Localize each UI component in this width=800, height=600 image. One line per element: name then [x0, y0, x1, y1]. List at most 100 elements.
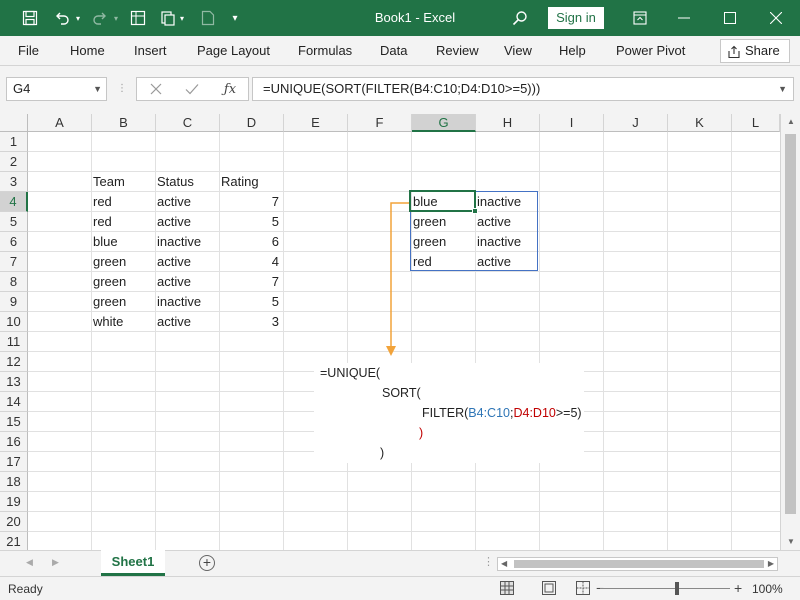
add-sheet-icon[interactable]: + — [199, 555, 215, 571]
row-header-6[interactable]: 6 — [0, 232, 28, 252]
status-cell[interactable]: active — [154, 192, 194, 212]
status-cell[interactable]: active — [154, 312, 194, 332]
row-header-19[interactable]: 19 — [0, 492, 28, 512]
fill-handle[interactable] — [472, 208, 478, 214]
result-status-cell[interactable]: inactive — [474, 232, 524, 252]
column-header-l[interactable]: L — [732, 114, 780, 132]
rating-cell[interactable]: 7 — [218, 272, 282, 292]
tab-data[interactable]: Data — [380, 36, 407, 66]
row-header-14[interactable]: 14 — [0, 392, 28, 412]
status-cell[interactable]: inactive — [154, 232, 204, 252]
result-status-cell[interactable]: active — [474, 212, 514, 232]
minimize-icon[interactable] — [672, 0, 696, 36]
tab-file[interactable]: File — [18, 36, 39, 66]
next-sheet-icon[interactable]: ▶ — [52, 557, 59, 568]
rating-cell[interactable]: 5 — [218, 292, 282, 312]
column-header-f[interactable]: F — [348, 114, 412, 132]
column-header-j[interactable]: J — [604, 114, 668, 132]
formula-input[interactable]: =UNIQUE(SORT(FILTER(B4:C10;D4:D10>=5))) … — [252, 77, 794, 101]
scroll-down-icon[interactable]: ▼ — [781, 534, 800, 550]
team-cell[interactable]: blue — [90, 232, 121, 252]
zoom-slider-knob[interactable] — [675, 582, 679, 595]
column-header-b[interactable]: B — [92, 114, 156, 132]
row-header-8[interactable]: 8 — [0, 272, 28, 292]
close-icon[interactable] — [764, 0, 788, 36]
result-team-cell[interactable]: green — [410, 232, 449, 252]
tab-view[interactable]: View — [504, 36, 532, 66]
team-cell[interactable]: green — [90, 252, 129, 272]
tab-help[interactable]: Help — [559, 36, 586, 66]
scroll-up-icon[interactable]: ▲ — [781, 114, 800, 130]
enter-icon[interactable] — [175, 78, 209, 100]
team-cell[interactable]: green — [90, 292, 129, 312]
status-cell[interactable]: inactive — [154, 292, 204, 312]
zoom-slider-track[interactable] — [600, 588, 730, 589]
column-header-k[interactable]: K — [668, 114, 732, 132]
formula-bar-splitter-icon[interactable]: ⋮ — [117, 81, 127, 97]
normal-view-icon[interactable] — [500, 581, 514, 598]
row-header-7[interactable]: 7 — [0, 252, 28, 272]
team-cell[interactable]: white — [90, 312, 126, 332]
select-all-corner[interactable] — [0, 114, 28, 132]
rating-cell[interactable]: 3 — [218, 312, 282, 332]
result-status-cell[interactable]: inactive — [474, 192, 524, 212]
cell-area[interactable] — [28, 132, 780, 550]
column-header-h[interactable]: H — [476, 114, 540, 132]
rating-cell[interactable]: 6 — [218, 232, 282, 252]
column-header-d[interactable]: D — [220, 114, 284, 132]
page-break-preview-icon[interactable] — [576, 581, 590, 598]
row-header-18[interactable]: 18 — [0, 472, 28, 492]
tab-home[interactable]: Home — [70, 36, 105, 66]
row-header-4[interactable]: 4 — [0, 192, 28, 212]
status-cell[interactable]: active — [154, 252, 194, 272]
name-box-dropdown-icon[interactable]: ▼ — [93, 78, 102, 100]
maximize-icon[interactable] — [718, 0, 742, 36]
expand-formula-bar-icon[interactable]: ▼ — [778, 78, 787, 100]
header-status[interactable]: Status — [154, 172, 197, 192]
row-header-5[interactable]: 5 — [0, 212, 28, 232]
row-header-9[interactable]: 9 — [0, 292, 28, 312]
tab-power-pivot[interactable]: Power Pivot — [616, 36, 685, 66]
ribbon-display-icon[interactable] — [628, 0, 652, 36]
vertical-scrollbar[interactable]: ▲ ▼ — [780, 114, 800, 550]
tab-insert[interactable]: Insert — [134, 36, 167, 66]
row-header-11[interactable]: 11 — [0, 332, 28, 352]
result-team-cell[interactable]: blue — [410, 192, 441, 212]
row-header-10[interactable]: 10 — [0, 312, 28, 332]
status-cell[interactable]: active — [154, 212, 194, 232]
row-header-17[interactable]: 17 — [0, 452, 28, 472]
team-cell[interactable]: red — [90, 192, 115, 212]
column-header-a[interactable]: A — [28, 114, 92, 132]
redo-icon[interactable] — [88, 0, 112, 36]
insert-function-icon[interactable]: ƒx — [213, 78, 247, 100]
file-icon[interactable] — [196, 0, 220, 36]
table-icon[interactable] — [126, 0, 150, 36]
zoom-level[interactable]: 100% — [752, 577, 783, 600]
name-box[interactable]: G4 ▼ — [6, 77, 107, 101]
row-header-2[interactable]: 2 — [0, 152, 28, 172]
zoom-in-icon[interactable]: + — [734, 581, 742, 595]
column-header-g[interactable]: G — [412, 114, 476, 132]
row-header-15[interactable]: 15 — [0, 412, 28, 432]
rating-cell[interactable]: 5 — [218, 212, 282, 232]
rating-cell[interactable]: 7 — [218, 192, 282, 212]
copy-dropdown-icon[interactable]: ▾ — [176, 0, 188, 36]
column-header-c[interactable]: C — [156, 114, 220, 132]
row-header-16[interactable]: 16 — [0, 432, 28, 452]
row-header-1[interactable]: 1 — [0, 132, 28, 152]
scroll-right-icon[interactable]: ▶ — [768, 558, 774, 570]
prev-sheet-icon[interactable]: ◀ — [26, 557, 33, 568]
redo-dropdown-icon[interactable]: ▾ — [110, 0, 122, 36]
tab-review[interactable]: Review — [436, 36, 479, 66]
row-header-20[interactable]: 20 — [0, 512, 28, 532]
vertical-scroll-thumb[interactable] — [785, 134, 796, 514]
column-header-e[interactable]: E — [284, 114, 348, 132]
undo-dropdown-icon[interactable]: ▾ — [72, 0, 84, 36]
save-icon[interactable] — [18, 0, 42, 36]
result-status-cell[interactable]: active — [474, 252, 514, 272]
row-header-13[interactable]: 13 — [0, 372, 28, 392]
row-header-21[interactable]: 21 — [0, 532, 28, 552]
tab-page-layout[interactable]: Page Layout — [197, 36, 270, 66]
team-cell[interactable]: red — [90, 212, 115, 232]
sheet-tab-sheet1[interactable]: Sheet1 — [101, 550, 165, 576]
